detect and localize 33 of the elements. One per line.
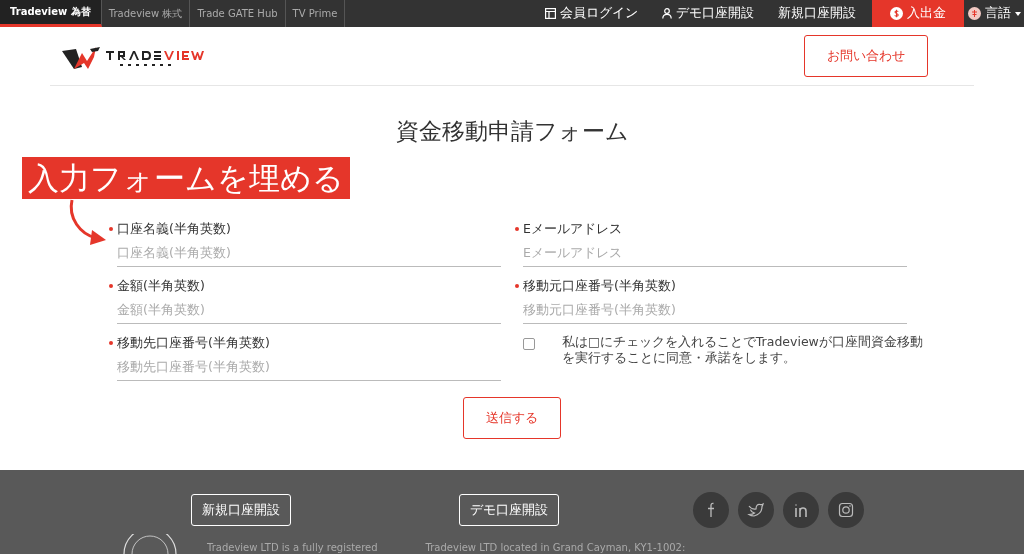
annotation-label: 入力フォームを埋める: [22, 157, 350, 199]
linkedin-icon[interactable]: [783, 492, 819, 528]
site-tab[interactable]: Tradeview 株式: [101, 0, 191, 27]
caret-icon: [1015, 11, 1021, 16]
consent-text: 私は□にチェックを入れることでTradeviewが口座間資金移動を実行することに同意・承諾をします。: [562, 334, 924, 366]
deposit-button[interactable]: 入出金: [872, 0, 964, 27]
field-label: 移動先口座番号(半角英数): [117, 334, 270, 352]
site-tab[interactable]: TV Prime: [285, 0, 346, 27]
instagram-icon[interactable]: [828, 492, 864, 528]
demo-account-button[interactable]: デモ口座開設: [459, 494, 559, 526]
open-account-button[interactable]: 新規口座開設: [191, 494, 291, 526]
nav-link[interactable]: 会員ログイン: [533, 0, 650, 27]
nav-link[interactable]: デモ口座開設: [650, 0, 766, 27]
field-label: 金額(半角英数): [117, 277, 205, 295]
field-label: 移動元口座番号(半角英数): [523, 277, 676, 295]
nav-link[interactable]: 言語: [968, 0, 1024, 27]
field-label: Eメールアドレス: [523, 220, 622, 238]
footer-text: Tradeview LTD is a fully registered: [207, 542, 378, 554]
footer-text: Tradeview LTD located in Grand Cayman, KY1-1002:: [425, 542, 686, 554]
coin-icon: [890, 7, 903, 20]
nav-link[interactable]: 新規口座開設: [766, 0, 868, 27]
contact-button[interactable]: お問い合わせ: [804, 35, 928, 77]
user-icon: [662, 8, 672, 19]
login-icon: [545, 8, 556, 19]
site-tab[interactable]: Trade GATE Hub: [190, 0, 286, 27]
facebook-icon[interactable]: [693, 492, 729, 528]
site-tab[interactable]: Tradeview 為替: [0, 0, 102, 27]
seal-logo: [120, 534, 180, 554]
form-title: 資金移動申請フォーム: [394, 117, 630, 146]
checkbox[interactable]: [523, 338, 535, 350]
twitter-icon[interactable]: [738, 492, 774, 528]
field-label: 口座名義(半角英数): [117, 220, 231, 238]
submit-button[interactable]: 送信する: [463, 397, 561, 439]
